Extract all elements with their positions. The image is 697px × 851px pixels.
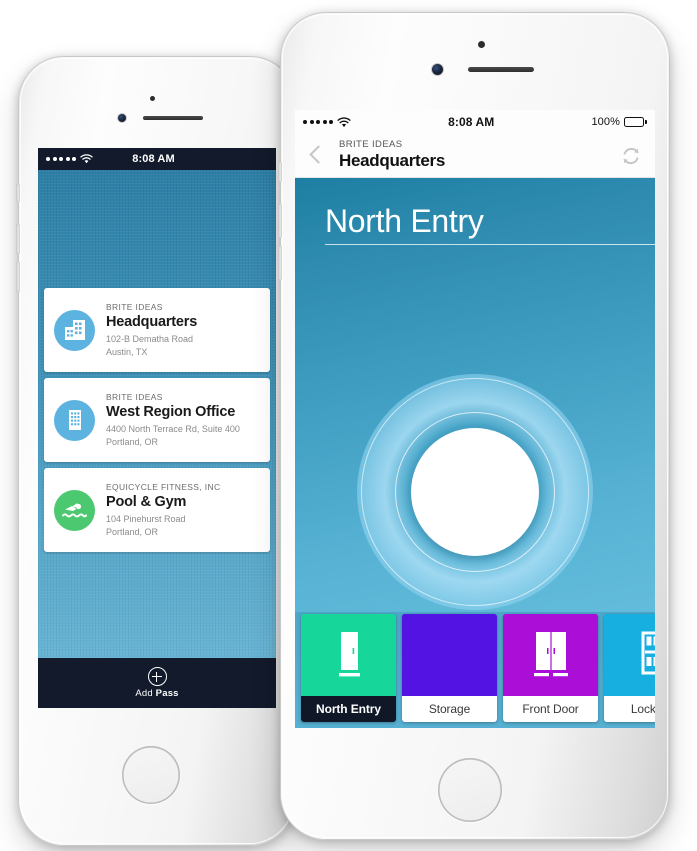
- pass-org: BRITE IDEAS: [106, 391, 163, 402]
- add-pass-button[interactable]: Add Pass: [38, 658, 276, 708]
- status-left: [46, 154, 93, 164]
- status-time: 8:08 AM: [448, 115, 495, 129]
- unlock-control[interactable]: [357, 374, 593, 610]
- door-tab-bar: North Entry Storage Front Door Lock: [295, 612, 655, 728]
- status-time: 8:08 AM: [132, 153, 175, 165]
- front-camera: [432, 64, 443, 75]
- tab-north-entry[interactable]: North Entry: [301, 614, 396, 722]
- tab-storage[interactable]: Storage: [402, 614, 497, 722]
- back-status-bar: 8:08 AM: [38, 148, 276, 170]
- door-title: North Entry: [325, 203, 484, 239]
- volume-up-button[interactable]: [16, 224, 20, 254]
- plus-circle-icon: [147, 667, 167, 686]
- chevron-left-icon[interactable]: [307, 143, 325, 169]
- door-detail-panel: North Entry: [295, 178, 655, 612]
- page-title: Headquarters: [339, 150, 445, 170]
- earpiece-speaker: [468, 67, 534, 72]
- pass-address-line2: Portland, OR: [106, 526, 159, 537]
- tab-label: North Entry: [301, 696, 396, 722]
- tab-lockers[interactable]: Lockers: [604, 614, 655, 722]
- refresh-icon[interactable]: [619, 144, 643, 168]
- front-camera: [118, 114, 126, 122]
- tab-label: Front Door: [503, 696, 598, 722]
- front-status-bar: 8:08 AM 100%: [295, 110, 655, 134]
- list-item[interactable]: EQUICYCLE FITNESS, INC Pool & Gym 104 Pi…: [44, 468, 270, 552]
- tab-label: Lockers: [604, 696, 655, 722]
- nav-org: BRITE IDEAS: [339, 139, 403, 151]
- signal-dots-icon: [303, 120, 333, 124]
- office-tower-icon: [54, 399, 95, 441]
- swimmer-icon: [54, 489, 95, 531]
- status-left: [303, 116, 351, 128]
- pass-address-line2: Portland, OR: [106, 436, 159, 447]
- list-item-text: EQUICYCLE FITNESS, INC Pool & Gym 104 Pi…: [106, 482, 220, 538]
- silent-switch[interactable]: [278, 162, 282, 182]
- tab-front-door[interactable]: Front Door: [503, 614, 598, 722]
- proximity-sensor: [150, 96, 155, 101]
- list-item-text: BRITE IDEAS Headquarters 102-B Dematha R…: [106, 302, 197, 358]
- volume-down-button[interactable]: [278, 246, 282, 280]
- single-door-icon: [301, 614, 396, 696]
- single-door-icon: [402, 614, 497, 696]
- status-right: 100%: [591, 116, 647, 128]
- silent-switch[interactable]: [16, 184, 20, 202]
- add-pass-label: Add Pass: [135, 688, 179, 699]
- volume-down-button[interactable]: [16, 262, 20, 292]
- pass-address-line1: 4400 North Terrace Rd, Suite 400: [106, 424, 240, 435]
- home-button[interactable]: [122, 746, 180, 804]
- pass-org: EQUICYCLE FITNESS, INC: [106, 481, 221, 492]
- list-item[interactable]: BRITE IDEAS Headquarters 102-B Dematha R…: [44, 288, 270, 372]
- tab-label: Storage: [402, 696, 497, 722]
- wifi-icon: [80, 154, 93, 164]
- pass-name: Pool & Gym: [106, 493, 187, 510]
- door-title-wrap: North Entry: [295, 203, 655, 239]
- front-phone-screen: 8:08 AM 100% BRITE IDEAS Headquarters No…: [295, 110, 655, 728]
- front-phone-device: 8:08 AM 100% BRITE IDEAS Headquarters No…: [278, 12, 670, 840]
- battery-percent: 100%: [591, 116, 620, 128]
- pass-address-line1: 102-B Dematha Road: [106, 334, 194, 345]
- pass-name: Headquarters: [106, 313, 198, 330]
- scene: 8:08 AM BRITE IDEAS Headquarters 102-B D…: [0, 0, 697, 851]
- pass-name: West Region Office: [106, 403, 236, 420]
- navigation-bar: BRITE IDEAS Headquarters: [295, 134, 655, 178]
- earpiece-speaker: [143, 116, 203, 120]
- home-button[interactable]: [438, 758, 502, 822]
- back-phone-screen: 8:08 AM BRITE IDEAS Headquarters 102-B D…: [38, 148, 276, 708]
- back-phone-device: 8:08 AM BRITE IDEAS Headquarters 102-B D…: [16, 56, 296, 846]
- unlock-button[interactable]: [411, 428, 539, 556]
- office-buildings-icon: [54, 309, 95, 351]
- list-item-text: BRITE IDEAS West Region Office 4400 Nort…: [106, 392, 240, 448]
- pass-org: BRITE IDEAS: [106, 301, 163, 312]
- battery-full-icon: [623, 117, 647, 127]
- proximity-sensor: [478, 41, 485, 48]
- signal-dots-icon: [46, 157, 76, 161]
- nav-title-block: BRITE IDEAS Headquarters: [339, 139, 609, 170]
- volume-up-button[interactable]: [278, 204, 282, 238]
- pass-address-line1: 104 Pinehurst Road: [106, 514, 186, 525]
- double-door-icon: [503, 614, 598, 696]
- pass-address-line2: Austin, TX: [106, 346, 148, 357]
- door-title-underline: [325, 244, 655, 245]
- pass-cards: BRITE IDEAS Headquarters 102-B Dematha R…: [44, 288, 270, 552]
- pass-list: BRITE IDEAS Headquarters 102-B Dematha R…: [38, 170, 276, 658]
- list-item[interactable]: BRITE IDEAS West Region Office 4400 Nort…: [44, 378, 270, 462]
- locker-door-icon: [604, 614, 655, 696]
- wifi-icon: [337, 116, 351, 127]
